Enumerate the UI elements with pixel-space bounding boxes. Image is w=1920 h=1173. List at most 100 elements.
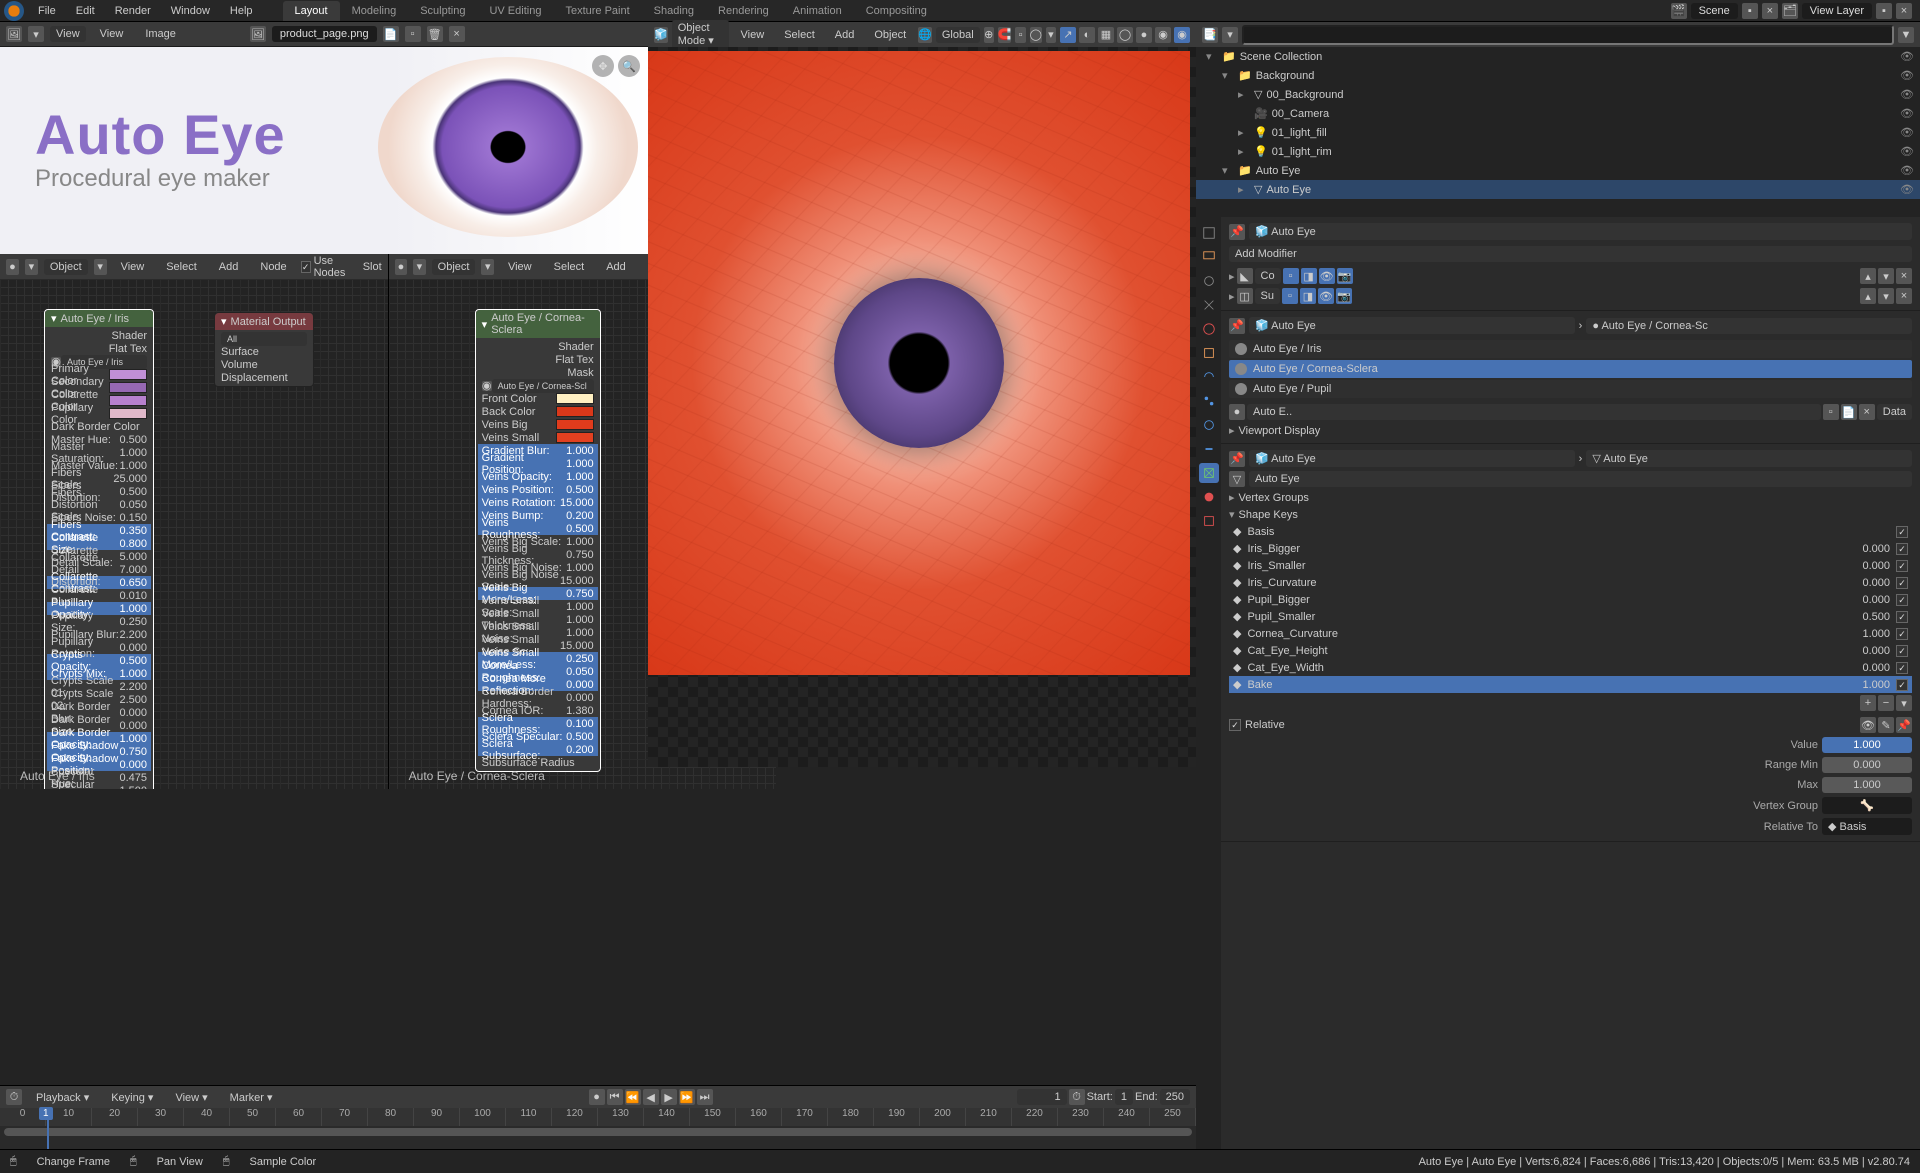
node-param[interactable]: Pupillary Size:0.250: [47, 615, 151, 628]
color-swatch[interactable]: [109, 382, 147, 393]
tab-viewlayer[interactable]: [1199, 271, 1219, 291]
shapekey-mute-checkbox[interactable]: [1896, 543, 1908, 555]
node-param[interactable]: Veins Opacity:1.000: [478, 470, 598, 483]
menu-window[interactable]: Window: [161, 5, 220, 17]
mod-close-icon[interactable]: ×: [1896, 288, 1912, 304]
mod-up-icon[interactable]: ▴: [1860, 268, 1876, 284]
workspace-tab-uv editing[interactable]: UV Editing: [477, 1, 553, 21]
editor-type-icon[interactable]: 🧊: [654, 27, 668, 43]
tab-material[interactable]: [1199, 487, 1219, 507]
node-autoeye-iris[interactable]: ▾ Auto Eye / Iris Shader Flat Tex ◉Auto …: [44, 309, 154, 789]
active-mat-field[interactable]: Auto E..: [1247, 404, 1821, 420]
autokey-icon[interactable]: ●: [589, 1089, 605, 1105]
tab-scene[interactable]: [1199, 295, 1219, 315]
shapekey-mute-checkbox[interactable]: [1896, 679, 1908, 691]
mat-target[interactable]: All: [221, 332, 307, 346]
mod-btn-icon[interactable]: 📷: [1336, 288, 1352, 304]
keyframe-prev-icon[interactable]: ⏪: [625, 1089, 641, 1105]
outliner-tree[interactable]: ▾📁Scene Collection👁▾📁Background👁▸▽00_Bac…: [1196, 47, 1920, 217]
timeline-ruler[interactable]: 0102030405060708090100110120130140150160…: [0, 1108, 1196, 1126]
object-mode[interactable]: Object: [44, 259, 88, 275]
material-slot[interactable]: Auto Eye / Cornea-Sclera: [1229, 360, 1912, 378]
mod-btn-icon[interactable]: ▫: [1282, 288, 1298, 304]
object-name-field[interactable]: 🧊 Auto Eye: [1249, 223, 1912, 240]
shape-key-row[interactable]: ◆Pupil_Smaller0.500: [1229, 608, 1912, 625]
gizmo-icon[interactable]: ↗: [1060, 27, 1076, 43]
max-field[interactable]: 1.000: [1822, 777, 1912, 793]
node-param[interactable]: Veins Big Thickness:0.750: [478, 548, 598, 561]
shapekey-mute-checkbox[interactable]: [1896, 526, 1908, 538]
mod-btn-icon[interactable]: 👁: [1318, 288, 1334, 304]
prop-falloff-icon[interactable]: ▾: [1046, 27, 1056, 43]
shapekey-mute-checkbox[interactable]: [1896, 662, 1908, 674]
timeline-menu-playback[interactable]: Playback ▾: [28, 1089, 97, 1106]
node-menu-node[interactable]: Node: [252, 259, 294, 275]
mesh-name-field[interactable]: Auto Eye: [1249, 471, 1912, 487]
mod-down-icon[interactable]: ▾: [1878, 268, 1894, 284]
jump-end-icon[interactable]: ⏭: [697, 1089, 713, 1105]
viewport-canvas[interactable]: [648, 47, 1196, 767]
viewlayer-icon[interactable]: 🗂: [1782, 3, 1798, 19]
mod-btn-icon[interactable]: 👁: [1319, 268, 1335, 284]
node-param[interactable]: Sclera Roughness:0.100: [478, 717, 598, 730]
pivot-icon[interactable]: ⊕: [984, 27, 994, 43]
shader-type-icon[interactable]: ▾: [413, 259, 426, 275]
zoom-icon[interactable]: 🔍: [618, 55, 640, 77]
node-param[interactable]: Veins Position:0.500: [478, 483, 598, 496]
sk-specials-icon[interactable]: ▾: [1896, 695, 1912, 711]
mat-browse-icon[interactable]: ●: [1229, 404, 1245, 420]
vertex-groups-header[interactable]: Vertex Groups: [1239, 492, 1309, 504]
outliner-item[interactable]: ▸💡01_light_rim👁: [1196, 142, 1920, 161]
mesh-browse-icon[interactable]: ▽: [1229, 471, 1245, 487]
shape-key-row[interactable]: ◆Bake1.000: [1229, 676, 1912, 693]
editor-type-icon[interactable]: 🖼: [6, 26, 22, 42]
img-unlink-icon[interactable]: 🗑: [427, 26, 443, 42]
dropdown-icon[interactable]: ▾: [94, 259, 107, 275]
timeline-scrollbar[interactable]: [4, 1128, 1192, 1136]
pin-icon[interactable]: 📌: [1229, 224, 1245, 240]
tab-world[interactable]: [1199, 319, 1219, 339]
play-rev-icon[interactable]: ◀: [643, 1089, 659, 1105]
shape-keys-header[interactable]: Shape Keys: [1239, 509, 1298, 521]
vgroup-field[interactable]: 🦴: [1822, 797, 1912, 814]
snap-target-icon[interactable]: ▫: [1015, 27, 1025, 43]
workspace-tab-animation[interactable]: Animation: [781, 1, 854, 21]
image-link-icon[interactable]: 🖼: [250, 26, 266, 42]
expand-icon[interactable]: ▸: [1238, 126, 1250, 139]
menu-file[interactable]: File: [28, 5, 66, 17]
expand-icon[interactable]: ▾: [1222, 69, 1234, 82]
viewlayer-name-field[interactable]: View Layer: [1802, 3, 1872, 19]
outliner-item[interactable]: ▾📁Scene Collection👁: [1196, 47, 1920, 66]
scene-icon[interactable]: 🎬: [1671, 3, 1687, 19]
editor-type-icon[interactable]: 📑: [1202, 27, 1218, 43]
sk-remove-icon[interactable]: −: [1878, 695, 1894, 711]
tab-output[interactable]: [1199, 247, 1219, 267]
workspace-tab-sculpting[interactable]: Sculpting: [408, 1, 477, 21]
node-param[interactable]: Gradient Position:1.000: [478, 457, 598, 470]
tab-object[interactable]: [1199, 343, 1219, 363]
workspace-tab-compositing[interactable]: Compositing: [854, 1, 939, 21]
outliner-search-input[interactable]: [1242, 25, 1894, 45]
add-modifier-button[interactable]: Add Modifier: [1229, 246, 1912, 262]
material-slot-list[interactable]: Auto Eye / IrisAuto Eye / Cornea-ScleraA…: [1229, 340, 1912, 398]
delete-scene-icon[interactable]: ×: [1762, 3, 1778, 19]
proportional-icon[interactable]: ◯: [1030, 27, 1042, 43]
mat-new-icon[interactable]: ▫: [1823, 404, 1839, 420]
mat-copy-icon[interactable]: 📄: [1841, 404, 1857, 420]
orient-icon[interactable]: 🌐: [918, 27, 932, 43]
shape-key-row[interactable]: ◆Iris_Curvature0.000: [1229, 574, 1912, 591]
shader-type-icon[interactable]: ▾: [25, 259, 38, 275]
shapekey-mute-checkbox[interactable]: [1896, 560, 1908, 572]
workspace-tab-rendering[interactable]: Rendering: [706, 1, 781, 21]
new-scene-icon[interactable]: ▪: [1742, 3, 1758, 19]
outliner-item[interactable]: ▸▽Auto Eye👁: [1196, 180, 1920, 199]
material-slot[interactable]: Auto Eye / Iris: [1229, 340, 1912, 358]
play-icon[interactable]: ▶: [661, 1089, 677, 1105]
node-material-output[interactable]: ▾ Material Output AllSurfaceVolumeDispla…: [214, 312, 314, 387]
use-nodes-checkbox[interactable]: [301, 261, 311, 273]
editor-type-icon[interactable]: ●: [6, 259, 19, 275]
modifier-su[interactable]: Su: [1255, 288, 1280, 304]
workspace-tab-shading[interactable]: Shading: [642, 1, 706, 21]
dropdown-icon[interactable]: ▾: [481, 259, 494, 275]
viewport-menu-select[interactable]: Select: [776, 27, 823, 43]
